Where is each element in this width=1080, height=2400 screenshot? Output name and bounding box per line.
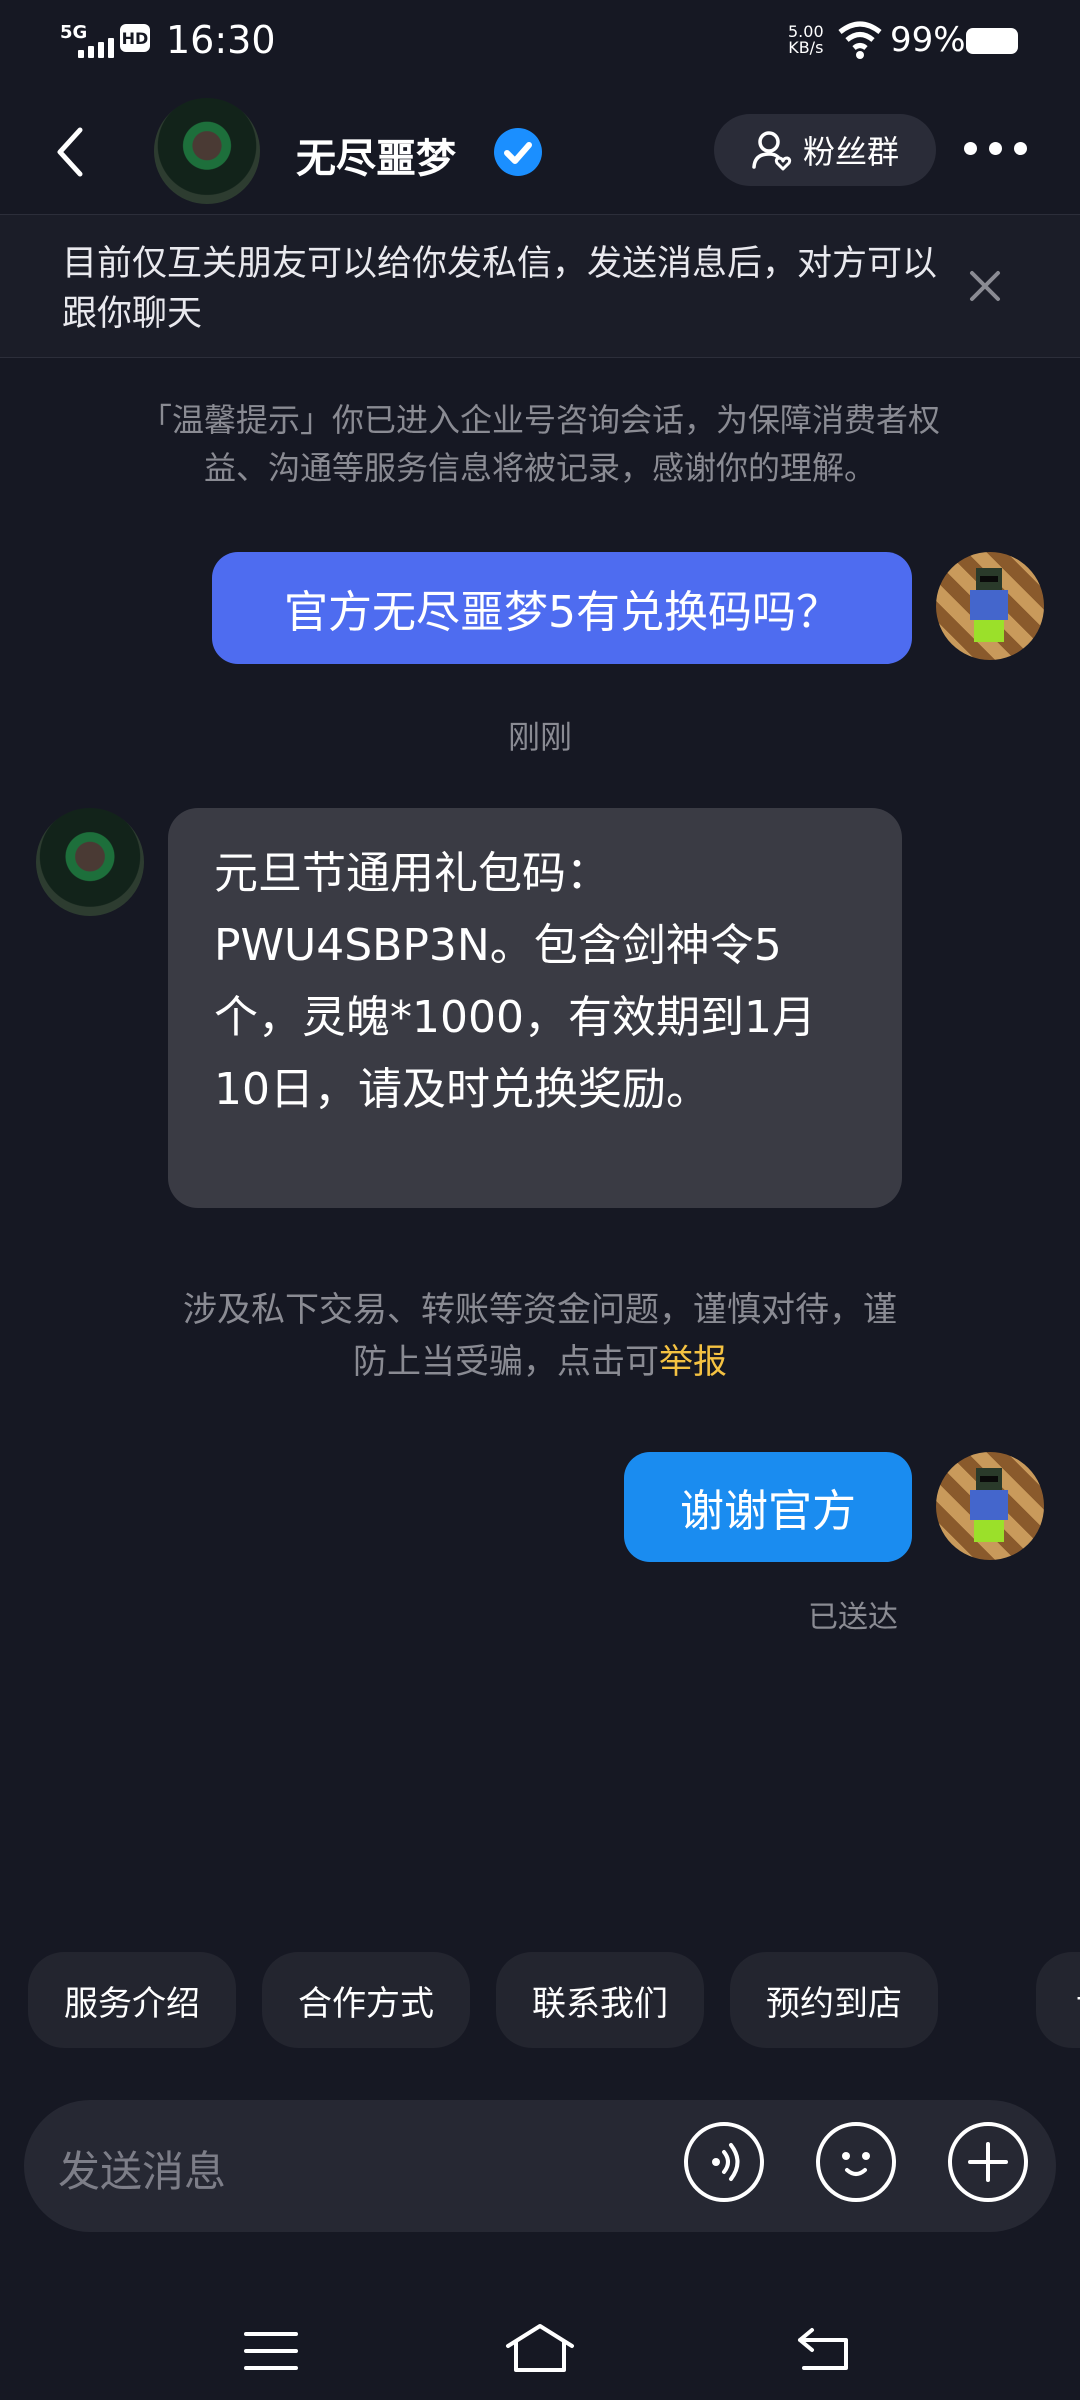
clock: 16:30 [166, 18, 276, 62]
quick-reply-chip[interactable]: 让 [1036, 1952, 1080, 2048]
verified-icon [494, 128, 542, 176]
report-link[interactable]: 举报 [659, 1342, 727, 1382]
speed-unit: KB/s [788, 38, 824, 57]
message-input[interactable]: 发送消息 [58, 2138, 226, 2199]
hd-badge: HD [120, 24, 150, 52]
quick-reply-chip-label: 让 [1076, 1976, 1080, 2025]
menu-icon[interactable] [244, 2330, 298, 2372]
contact-avatar[interactable] [154, 98, 260, 204]
signal-icon [78, 38, 114, 58]
my-avatar[interactable] [936, 1452, 1044, 1560]
privacy-notice: 目前仅互关朋友可以给你发私信，发送消息后，对方可以跟你聊天 [0, 215, 1080, 358]
received-message-bubble[interactable]: 元旦节通用礼包码：PWU4SBP3N。包含剑神令5个，灵魄*1000，有效期到1… [168, 808, 902, 1208]
avatar-figure-icon [970, 568, 1008, 642]
home-icon[interactable] [504, 2322, 576, 2374]
quick-reply-chip[interactable]: 服务介绍 [28, 1952, 236, 2048]
network-speed: 5.00 KB/s [788, 24, 824, 56]
battery-icon [966, 28, 1018, 54]
warning-text: 涉及私下交易、转账等资金问题，谨慎对待，谨防上当受骗，点击可 [183, 1290, 897, 1382]
message-timestamp: 刚刚 [507, 718, 572, 756]
fans-group-icon [752, 131, 792, 171]
notice-text: 目前仅互关朋友可以给你发私信，发送消息后，对方可以跟你聊天 [62, 244, 938, 334]
back-icon[interactable] [52, 126, 88, 178]
battery-level: 99% [890, 20, 966, 60]
more-icon[interactable] [964, 142, 1027, 155]
message-input-bar: 发送消息 [24, 2100, 1056, 2232]
quick-reply-chip[interactable]: 联系我们 [496, 1952, 704, 2048]
sent-message-bubble[interactable]: 官方无尽噩梦5有兑换码吗？ [212, 552, 912, 664]
emoji-icon[interactable] [816, 2122, 896, 2202]
return-icon[interactable] [796, 2326, 850, 2372]
delivery-status: 已送达 [808, 1600, 898, 1635]
avatar-figure-icon [970, 1468, 1008, 1542]
my-avatar[interactable] [936, 552, 1044, 660]
chat-header: 无尽噩梦 粉丝群 [0, 84, 1080, 215]
quick-reply-chip[interactable]: 预约到店 [730, 1952, 938, 2048]
voice-icon[interactable] [684, 2122, 764, 2202]
sent-message-bubble[interactable]: 谢谢官方 [624, 1452, 912, 1562]
quick-reply-chip[interactable]: 合作方式 [262, 1952, 470, 2048]
wifi-icon [838, 21, 882, 59]
contact-message-avatar[interactable] [36, 808, 144, 916]
status-bar: 5G HD 16:30 5.00 KB/s 99% [0, 0, 1080, 84]
safety-warning: 涉及私下交易、转账等资金问题，谨慎对待，谨防上当受骗，点击可举报 [170, 1284, 910, 1388]
contact-name[interactable]: 无尽噩梦 [296, 126, 456, 184]
quick-reply-bar: 服务介绍 合作方式 联系我们 预约到店 [28, 1952, 938, 2048]
system-nav-bar [0, 2290, 1080, 2400]
fans-group-button[interactable]: 粉丝群 [714, 114, 936, 186]
plus-icon[interactable] [948, 2122, 1028, 2202]
close-icon[interactable] [968, 269, 1002, 303]
fans-group-label: 粉丝群 [802, 133, 899, 171]
system-tip: 「温馨提示」你已进入企业号咨询会话，为保障消费者权益、沟通等服务信息将被记录，感… [139, 401, 940, 487]
